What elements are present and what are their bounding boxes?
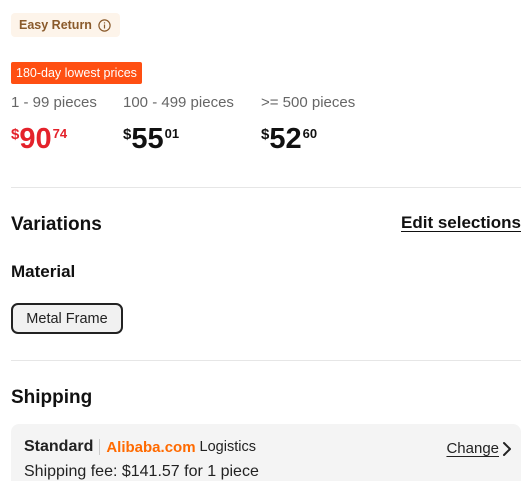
- tier-range: >= 500 pieces: [261, 94, 356, 111]
- logistics-label: Logistics: [199, 439, 256, 455]
- edit-selections-link[interactable]: Edit selections: [401, 213, 521, 233]
- method-separator: [99, 439, 101, 455]
- easy-return-label: Easy Return: [19, 18, 92, 32]
- change-shipping-link[interactable]: Change: [446, 440, 499, 457]
- price-decimal: 01: [164, 126, 180, 141]
- price-integer: 55: [131, 123, 164, 155]
- easy-return-badge[interactable]: Easy Return: [11, 13, 120, 37]
- shipping-method-row: Standard Alibaba.com Logistics: [24, 438, 256, 456]
- tier-price: $55 01: [123, 125, 234, 154]
- shipping-fee: Shipping fee: $141.57 for 1 piece: [24, 463, 259, 480]
- price-decimal: 74: [52, 126, 68, 141]
- price-tier-3: >= 500 pieces $52 60: [261, 94, 355, 154]
- info-icon[interactable]: [98, 18, 111, 32]
- tier-price: $52 60: [261, 125, 355, 154]
- price-integer: 90: [19, 123, 52, 155]
- section-divider: [11, 360, 521, 361]
- price-currency: $: [261, 126, 270, 143]
- shipping-card: Standard Alibaba.com Logistics Change Sh…: [11, 424, 521, 481]
- chevron-right-icon[interactable]: [502, 441, 512, 462]
- variations-title: Variations: [11, 214, 102, 235]
- alibaba-brand: Alibaba.com: [106, 438, 196, 456]
- shipping-title: Shipping: [11, 387, 93, 408]
- price-currency: $: [11, 126, 20, 143]
- price-decimal: 60: [302, 126, 318, 141]
- section-divider: [11, 187, 521, 188]
- material-label: Material: [11, 262, 76, 281]
- tier-price: $90 74: [11, 125, 97, 154]
- price-tier-1: 1 - 99 pieces $90 74: [11, 94, 97, 154]
- price-currency: $: [123, 126, 132, 143]
- lowest-price-badge: 180-day lowest prices: [11, 62, 142, 84]
- price-integer: 52: [269, 123, 302, 155]
- price-tier-2: 100 - 499 pieces $55 01: [123, 94, 234, 154]
- shipping-method: Standard: [24, 438, 94, 455]
- tier-range: 1 - 99 pieces: [11, 94, 97, 111]
- material-option-metal-frame[interactable]: Metal Frame: [11, 303, 123, 334]
- tier-range: 100 - 499 pieces: [123, 94, 234, 111]
